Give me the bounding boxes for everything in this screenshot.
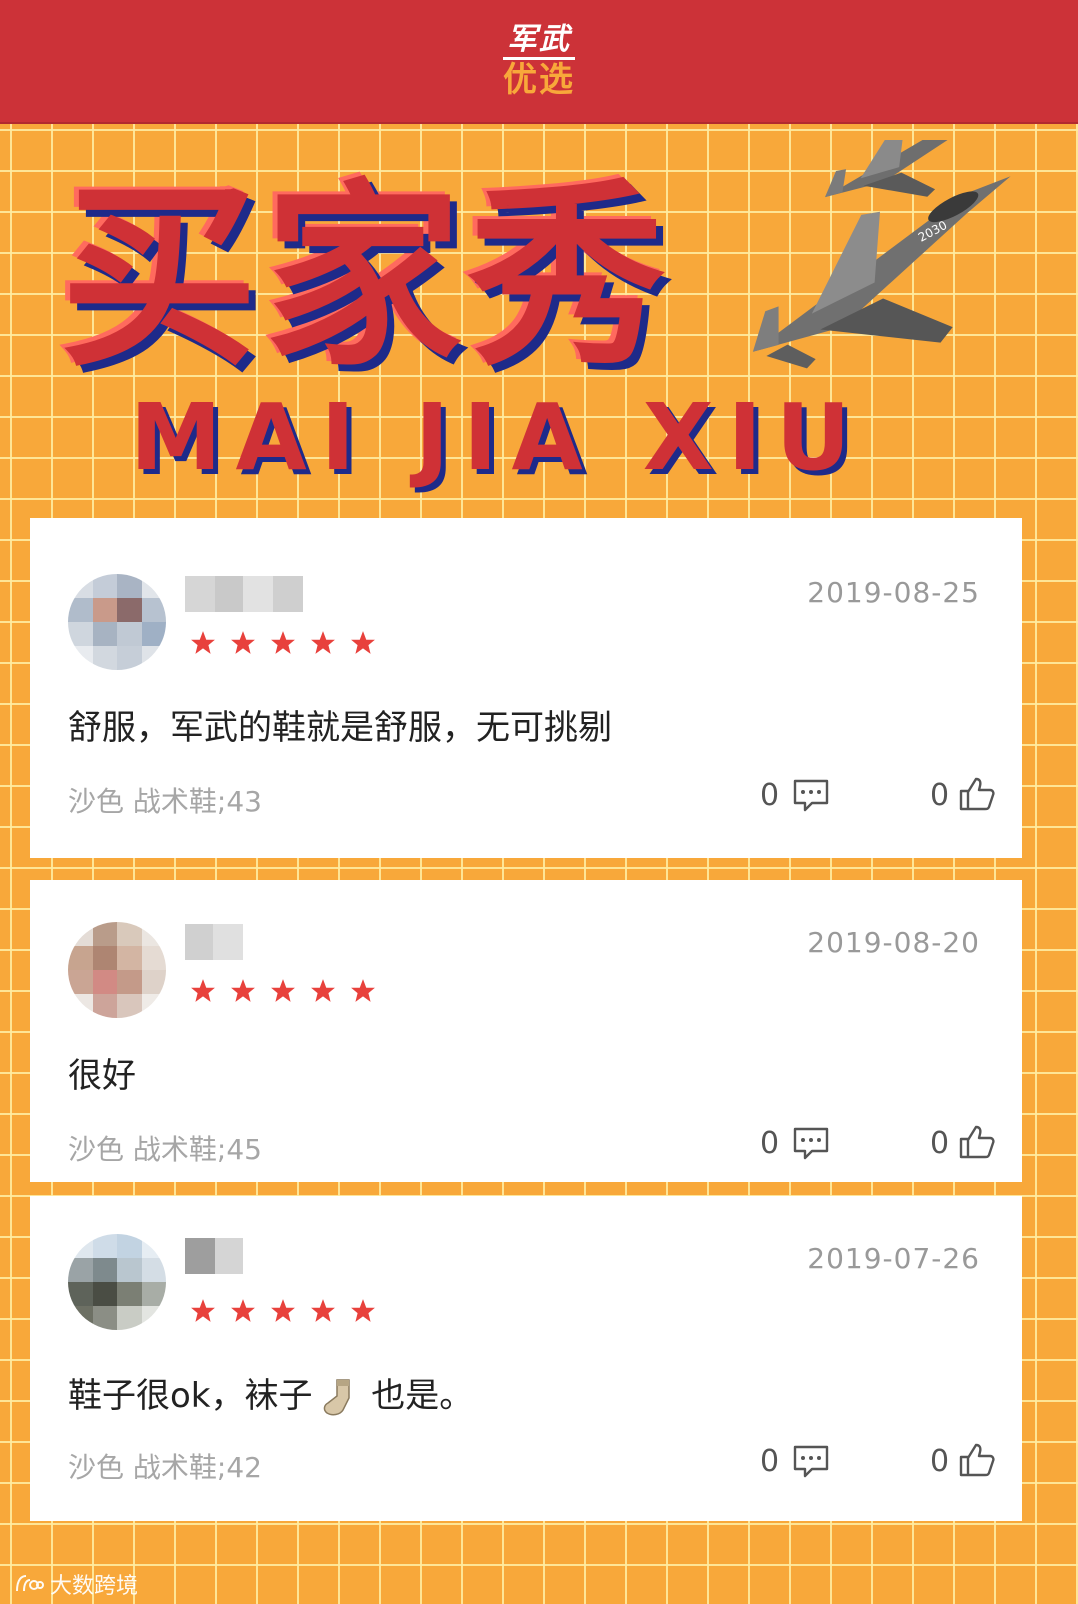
sock-emoji-icon — [323, 1378, 350, 1415]
review-date: 2019-07-26 — [807, 1242, 980, 1275]
star-icon — [351, 631, 375, 654]
star-icon — [351, 979, 375, 1002]
brand-header: 军武 优选 — [0, 0, 1078, 122]
star-icon — [191, 979, 215, 1002]
star-icon — [191, 1299, 215, 1322]
star-rating — [190, 978, 376, 1004]
star-icon — [311, 979, 335, 1002]
product-variant: 沙色 战术鞋;42 — [68, 1451, 262, 1484]
comment-bubble-icon[interactable] — [792, 778, 830, 814]
star-icon — [271, 979, 295, 1002]
like-count: 0 — [930, 1126, 950, 1161]
comment-bubble-icon[interactable] — [792, 1126, 830, 1162]
thumbs-up-icon[interactable] — [958, 1124, 996, 1160]
review-text-part1: 鞋子很ok，袜子 — [68, 1376, 313, 1416]
star-rating — [190, 630, 376, 656]
star-icon — [271, 1299, 295, 1322]
username-blurred[interactable] — [185, 576, 303, 612]
hero-title: 买家秀 — [60, 162, 672, 393]
like-count: 0 — [930, 778, 950, 813]
review-date: 2019-08-20 — [807, 926, 980, 959]
review-card: 2019-08-25 舒服，军武的鞋就是舒服，无可挑剔 沙色 战术鞋;43 0 … — [30, 518, 1022, 858]
hero-banner: 买家秀 — [60, 168, 780, 418]
star-icon — [311, 1299, 335, 1322]
star-icon — [271, 631, 295, 654]
brand-logo-top: 军武 — [503, 22, 575, 60]
star-rating — [190, 1298, 376, 1324]
thumbs-up-icon[interactable] — [958, 1442, 996, 1478]
username-blurred[interactable] — [185, 924, 243, 960]
comment-count: 0 — [760, 778, 780, 813]
review-card: 2019-07-26 鞋子很ok，袜子 也是。 沙色 战术鞋;42 0 0 — [30, 1196, 1022, 1521]
watermark-text: 大数跨境 — [50, 1574, 139, 1599]
product-variant: 沙色 战术鞋;45 — [68, 1133, 262, 1166]
brand-logo-bottom: 优选 — [503, 59, 575, 100]
product-variant: 沙色 战术鞋;43 — [68, 785, 262, 818]
review-card: 2019-08-20 很好 沙色 战术鞋;45 0 0 — [30, 880, 1022, 1182]
review-text: 鞋子很ok，袜子 也是。 — [68, 1368, 473, 1418]
fighter-jet-icon: 2030 — [752, 140, 1011, 369]
star-icon — [231, 979, 255, 1002]
star-icon — [191, 631, 215, 654]
star-icon — [231, 631, 255, 654]
watermark: 大数跨境 — [14, 1568, 138, 1600]
comment-bubble-icon[interactable] — [792, 1444, 830, 1480]
review-text: 舒服，军武的鞋就是舒服，无可挑剔 — [68, 708, 612, 748]
star-icon — [351, 1299, 375, 1322]
avatar[interactable] — [68, 922, 166, 1018]
review-text: 很好 — [68, 1056, 136, 1096]
review-text-part2: 也是。 — [360, 1376, 474, 1416]
watermark-logo-icon — [16, 1575, 44, 1592]
comment-count: 0 — [760, 1126, 780, 1161]
star-icon — [231, 1299, 255, 1322]
avatar[interactable] — [68, 574, 166, 670]
review-date: 2019-08-25 — [807, 576, 980, 609]
thumbs-up-icon[interactable] — [958, 776, 996, 812]
star-icon — [311, 631, 335, 654]
username-blurred[interactable] — [185, 1238, 243, 1274]
like-count: 0 — [930, 1444, 950, 1479]
avatar[interactable] — [68, 1234, 166, 1330]
comment-count: 0 — [760, 1444, 780, 1479]
